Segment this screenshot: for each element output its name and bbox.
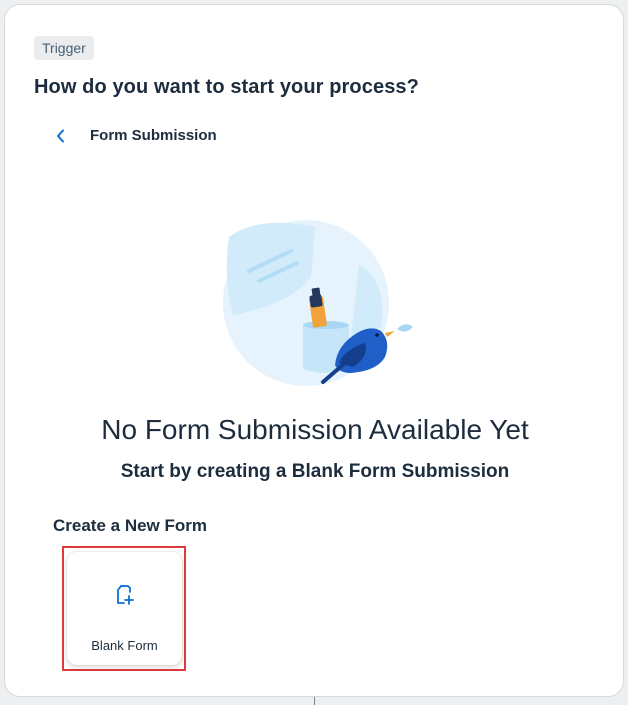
empty-state-title: No Form Submission Available Yet [101,414,529,445]
create-section-title: Create a New Form [53,516,207,535]
empty-form-bird-illustration [223,220,413,386]
subheader-title: Form Submission [90,127,217,144]
empty-state-subtitle: Start by creating a Blank Form Submissio… [120,461,510,482]
back-button[interactable] [49,124,73,148]
blank-form-label: Blank Form [91,638,158,653]
trigger-badge: Trigger [34,36,94,60]
panel-heading: How do you want to start your process? [34,76,419,98]
blank-form-tile[interactable]: Blank Form [67,552,182,665]
chevron-left-icon [57,129,64,143]
add-document-icon [117,585,134,605]
trigger-panel: Trigger How do you want to start your pr… [4,4,624,697]
flow-connector [314,697,315,705]
